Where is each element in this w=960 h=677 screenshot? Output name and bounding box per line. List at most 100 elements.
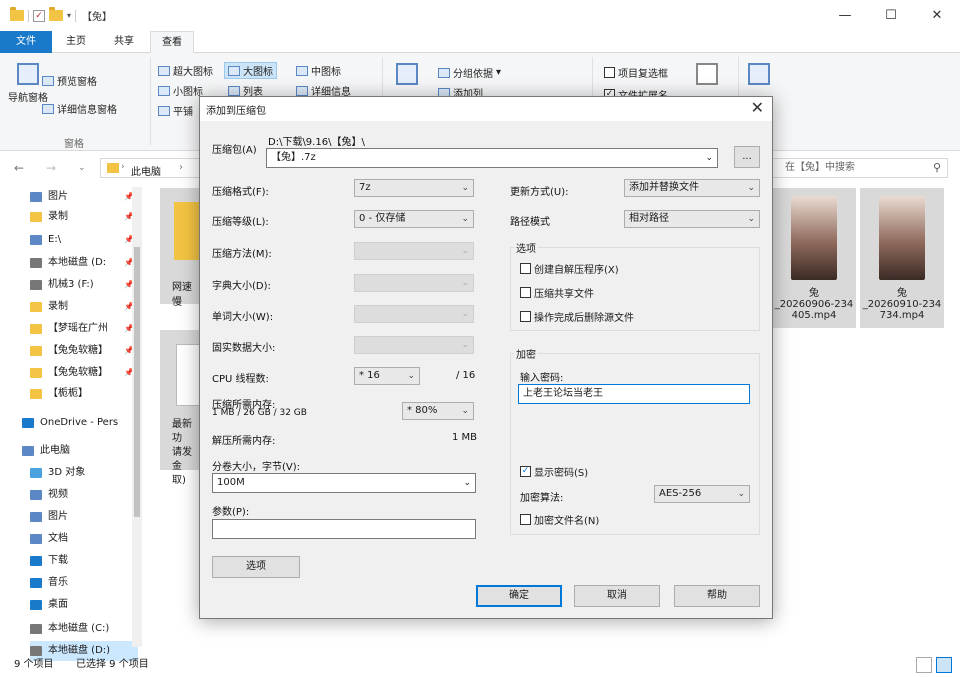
close-window-button[interactable]: ✕ <box>914 0 960 31</box>
tab-home[interactable]: 主页 <box>56 31 96 53</box>
tab-file[interactable]: 文件 <box>0 31 52 53</box>
sidebar-item[interactable]: 【栀栀】 <box>30 384 138 404</box>
view-small-icons[interactable]: 小图标 <box>158 83 203 98</box>
delete-after-checkbox[interactable]: 操作完成后删除源文件 <box>520 309 634 324</box>
encrypt-names-checkbox[interactable]: 加密文件名(N) <box>520 512 599 527</box>
help-button[interactable]: 帮助 <box>674 585 760 607</box>
large-icons-view-icon[interactable] <box>936 657 952 673</box>
mem-percent-select[interactable]: * 80% ⌄ <box>402 402 474 420</box>
details-pane-button[interactable]: 详细信息窗格 <box>42 101 117 116</box>
view-xlarge-icons[interactable]: 超大图标 <box>158 63 213 78</box>
show-password-checkbox[interactable]: ✓ 显示密码(S) <box>520 464 588 479</box>
back-arrow-icon[interactable]: ← <box>14 161 32 175</box>
chevron-down-icon[interactable]: ⌄ <box>705 149 713 167</box>
view-large-icons[interactable]: 大图标 <box>224 62 277 79</box>
properties-icon[interactable]: ✓ <box>33 9 45 22</box>
method-select[interactable]: ⌄ <box>354 242 474 260</box>
tab-share[interactable]: 共享 <box>104 31 144 53</box>
update-select[interactable]: 添加并替换文件 ⌄ <box>624 179 760 197</box>
sidebar-item[interactable]: 【兔兔软糖】 📌 <box>30 363 138 383</box>
sidebar-item[interactable]: 【梦瑶在广州 📌 <box>30 319 138 339</box>
nav-item-icon <box>30 192 42 202</box>
sidebar-item[interactable]: 此电脑 <box>22 441 130 461</box>
sidebar-item[interactable]: OneDrive - Pers <box>22 413 130 433</box>
sidebar-item[interactable]: 录制 📌 <box>30 207 138 227</box>
sidebar-item[interactable]: 图片 <box>30 507 138 527</box>
close-icon[interactable]: ✕ <box>751 98 764 117</box>
nav-item-icon <box>30 302 42 312</box>
sidebar-item[interactable]: 桌面 <box>30 595 138 615</box>
archive-path: D:\下载\9.16\【兔】\ <box>268 137 365 148</box>
recent-chevron-icon[interactable]: ⌄ <box>78 163 96 173</box>
mem-decomp-value: 1 MB <box>452 432 478 443</box>
nav-item-icon <box>30 212 42 222</box>
enc-method-select[interactable]: AES-256 ⌄ <box>654 485 750 503</box>
document-tile[interactable]: 最新功 请发金 取) <box>160 330 200 486</box>
item-checkboxes-toggle[interactable]: 项目复选框 <box>604 65 668 80</box>
cancel-button[interactable]: 取消 <box>574 585 660 607</box>
search-icon[interactable]: ⚲ <box>933 159 941 177</box>
new-folder-icon[interactable] <box>49 7 63 21</box>
sidebar-item[interactable]: E:\ 📌 <box>30 230 138 250</box>
sidebar-item[interactable]: 录制 📌 <box>30 297 138 317</box>
browse-button[interactable]: ... <box>734 146 760 168</box>
archive-name-combo[interactable]: 【兔】.7z ⌄ <box>266 148 718 168</box>
word-select[interactable]: ⌄ <box>354 305 474 323</box>
compress-shared-checkbox[interactable]: 压缩共享文件 <box>520 285 594 300</box>
sidebar-item[interactable]: 机械3 (F:) 📌 <box>30 275 138 295</box>
sidebar-item[interactable]: 下载 <box>30 551 138 571</box>
selection-count: 已选择 9 个项目 <box>76 659 149 670</box>
chevron-down-icon[interactable]: ⌄ <box>463 474 471 492</box>
sort-button[interactable] <box>396 63 418 85</box>
breadcrumb[interactable]: 此电脑 <box>131 163 161 178</box>
folder-tile[interactable]: 网速慢 <box>160 188 200 308</box>
ok-button[interactable]: 确定 <box>476 585 562 607</box>
video-file-tile[interactable]: 兔 _20260910-234 734.mp4 <box>860 188 944 328</box>
sidebar-item[interactable]: 本地磁盘 (D: 📌 <box>30 253 138 273</box>
sidebar-item[interactable]: 【兔兔软糖】 📌 <box>30 341 138 361</box>
item-count: 9 个项目 <box>14 659 54 670</box>
search-input[interactable]: 在【兔】中搜索 ⚲ <box>764 158 948 178</box>
cpu-select[interactable]: * 16 ⌄ <box>354 367 420 385</box>
tiles-label: 平铺 <box>173 107 193 118</box>
nav-item-icon <box>30 624 42 634</box>
options-button[interactable] <box>748 63 770 85</box>
preview-pane-button[interactable]: 预览窗格 <box>42 73 97 88</box>
sidebar-item[interactable]: 图片 📌 <box>30 187 138 207</box>
sidebar-item[interactable]: 3D 对象 <box>30 463 138 483</box>
method-label: 压缩方法(M): <box>212 249 272 260</box>
split-size-combo[interactable]: 100M ⌄ <box>212 473 476 493</box>
file-name-line: _20260906-234 <box>774 299 854 310</box>
forward-arrow-icon[interactable]: → <box>46 161 64 175</box>
scrollbar-thumb[interactable] <box>134 247 140 517</box>
maximize-button[interactable]: ☐ <box>868 0 914 31</box>
sidebar-item[interactable]: 视频 <box>30 485 138 505</box>
chevron-down-icon[interactable]: ▾ <box>67 11 71 20</box>
hide-selected-button[interactable] <box>696 63 718 85</box>
tab-view[interactable]: 查看 <box>150 31 194 54</box>
level-select[interactable]: 0 - 仅存储 ⌄ <box>354 210 474 228</box>
minimize-button[interactable]: — <box>822 0 868 31</box>
nav-scrollbar[interactable] <box>132 187 142 647</box>
video-file-tile[interactable]: 兔 _20260906-234 405.mp4 <box>772 188 856 328</box>
cpu-label: CPU 线程数: <box>212 374 269 385</box>
sidebar-item[interactable]: 音乐 <box>30 573 138 593</box>
solid-select[interactable]: ⌄ <box>354 336 474 354</box>
path-mode-select[interactable]: 相对路径 ⌄ <box>624 210 760 228</box>
sidebar-item[interactable]: 文档 <box>30 529 138 549</box>
password-input[interactable]: 上老王论坛当老王 <box>518 384 750 404</box>
options-button[interactable]: 选项 <box>212 556 300 578</box>
group-by-button[interactable]: 分组依据 ▾ <box>438 65 501 80</box>
nav-item-icon <box>30 258 42 268</box>
format-select[interactable]: 7z ⌄ <box>354 179 474 197</box>
view-medium-icons[interactable]: 中图标 <box>296 63 341 78</box>
params-input[interactable] <box>212 519 476 539</box>
view-tiles[interactable]: 平铺 <box>158 103 193 118</box>
dict-select[interactable]: ⌄ <box>354 274 474 292</box>
details-view-icon[interactable] <box>916 657 932 673</box>
folder-icon[interactable] <box>10 7 24 21</box>
create-sfx-checkbox[interactable]: 创建自解压程序(X) <box>520 261 619 276</box>
sidebar-item-label: 图片 <box>48 191 68 202</box>
video-thumbnail <box>879 196 925 280</box>
sidebar-item[interactable]: 本地磁盘 (C:) <box>30 619 138 639</box>
